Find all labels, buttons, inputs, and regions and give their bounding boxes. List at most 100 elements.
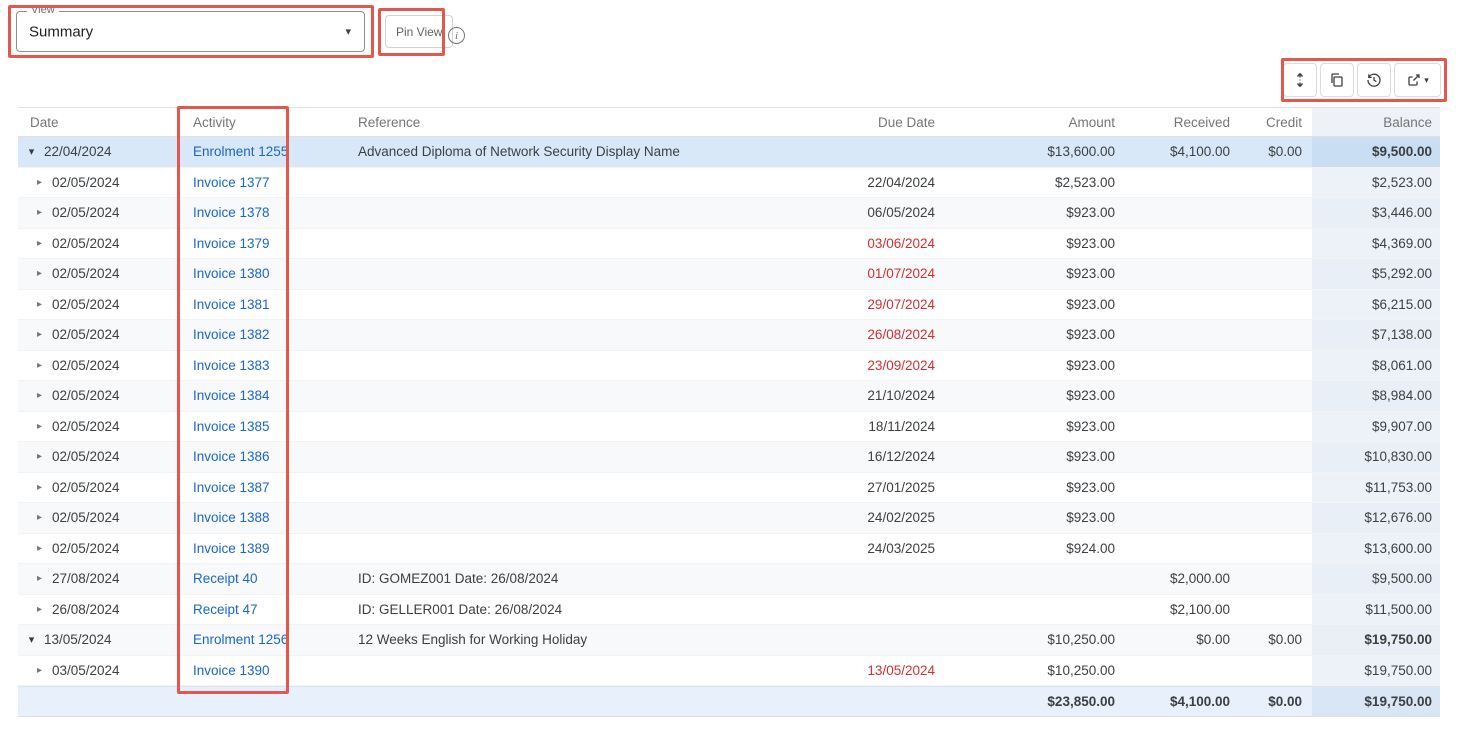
table-row[interactable]: ▸ 02/05/2024 Invoice 1384 21/10/2024 $92… <box>18 381 1440 412</box>
activity-link[interactable]: Enrolment 1256 <box>193 632 288 647</box>
activity-link[interactable]: Invoice 1390 <box>193 663 270 678</box>
table-row[interactable]: ▸ 02/05/2024 Invoice 1381 29/07/2024 $92… <box>18 290 1440 321</box>
activity-link[interactable]: Invoice 1382 <box>193 327 270 342</box>
expand-arrow-icon[interactable]: ▸ <box>34 573 45 584</box>
date-value: 02/05/2024 <box>52 480 120 495</box>
expand-arrow-icon[interactable]: ▾ <box>26 633 37 646</box>
balance-cell: $10,830.00 <box>1312 442 1440 472</box>
activity-link[interactable]: Invoice 1377 <box>193 175 270 190</box>
due-date-cell: 24/02/2025 <box>790 503 945 533</box>
expand-arrow-icon[interactable]: ▸ <box>34 451 45 462</box>
expand-arrow-icon[interactable]: ▸ <box>34 512 45 523</box>
amount-cell: $923.00 <box>945 473 1125 503</box>
expand-arrow-icon[interactable]: ▸ <box>34 482 45 493</box>
credit-cell <box>1240 381 1312 411</box>
table-row[interactable]: ▸ 02/05/2024 Invoice 1383 23/09/2024 $92… <box>18 351 1440 382</box>
due-date-cell: 18/11/2024 <box>790 412 945 442</box>
due-date-cell <box>790 137 945 167</box>
column-header-date[interactable]: Date <box>18 108 178 136</box>
received-cell <box>1125 229 1240 259</box>
expand-arrow-icon[interactable]: ▸ <box>34 665 45 676</box>
credit-cell: $0.00 <box>1240 625 1312 655</box>
due-date-cell: 22/04/2024 <box>790 168 945 198</box>
activity-link[interactable]: Invoice 1389 <box>193 541 270 556</box>
reference-cell <box>290 168 790 198</box>
table-row[interactable]: ▸ 02/05/2024 Invoice 1380 01/07/2024 $92… <box>18 259 1440 290</box>
expand-arrow-icon[interactable]: ▸ <box>34 421 45 432</box>
received-cell: $4,100.00 <box>1125 137 1240 167</box>
activity-link[interactable]: Invoice 1386 <box>193 449 270 464</box>
amount-cell: $923.00 <box>945 229 1125 259</box>
activity-link[interactable]: Enrolment 1255 <box>193 144 288 159</box>
reference-cell <box>290 381 790 411</box>
column-header-reference[interactable]: Reference <box>290 108 790 136</box>
activity-link[interactable]: Invoice 1387 <box>193 480 270 495</box>
expand-arrow-icon[interactable]: ▸ <box>34 360 45 371</box>
activity-link[interactable]: Receipt 40 <box>193 571 258 586</box>
table-row[interactable]: ▸ 02/05/2024 Invoice 1378 06/05/2024 $92… <box>18 198 1440 229</box>
activity-link[interactable]: Invoice 1383 <box>193 358 270 373</box>
table-row[interactable]: ▸ 27/08/2024 Receipt 40 ID: GOMEZ001 Dat… <box>18 564 1440 595</box>
activity-link[interactable]: Invoice 1378 <box>193 205 270 220</box>
date-cell: ▸ 02/05/2024 <box>18 534 178 564</box>
table-row[interactable]: ▾ 22/04/2024 Enrolment 1255 Advanced Dip… <box>18 137 1440 168</box>
column-header-credit[interactable]: Credit <box>1240 108 1312 136</box>
expand-arrow-icon[interactable]: ▸ <box>34 543 45 554</box>
balance-cell: $13,600.00 <box>1312 534 1440 564</box>
table-row[interactable]: ▸ 02/05/2024 Invoice 1377 22/04/2024 $2,… <box>18 168 1440 199</box>
due-date-cell: 23/09/2024 <box>790 351 945 381</box>
activity-link[interactable]: Invoice 1385 <box>193 419 270 434</box>
export-button[interactable]: ▾ <box>1394 63 1441 97</box>
expand-arrow-icon[interactable]: ▸ <box>34 390 45 401</box>
expand-arrow-icon[interactable]: ▸ <box>34 177 45 188</box>
table-row[interactable]: ▸ 03/05/2024 Invoice 1390 13/05/2024 $10… <box>18 656 1440 687</box>
table-row[interactable]: ▸ 02/05/2024 Invoice 1385 18/11/2024 $92… <box>18 412 1440 443</box>
table-row[interactable]: ▸ 02/05/2024 Invoice 1388 24/02/2025 $92… <box>18 503 1440 534</box>
table-row[interactable]: ▾ 13/05/2024 Enrolment 1256 12 Weeks Eng… <box>18 625 1440 656</box>
amount-cell: $923.00 <box>945 442 1125 472</box>
pin-view-button[interactable]: Pin View <box>385 15 453 48</box>
column-header-balance[interactable]: Balance <box>1312 108 1440 136</box>
expand-arrow-icon[interactable]: ▸ <box>34 604 45 615</box>
expand-arrow-icon[interactable]: ▸ <box>34 238 45 249</box>
table-row[interactable]: ▸ 26/08/2024 Receipt 47 ID: GELLER001 Da… <box>18 595 1440 626</box>
received-cell <box>1125 320 1240 350</box>
date-cell: ▸ 03/05/2024 <box>18 656 178 686</box>
totals-balance: $19,750.00 <box>1312 687 1440 716</box>
column-header-received[interactable]: Received <box>1125 108 1240 136</box>
column-header-activity[interactable]: Activity <box>178 108 290 136</box>
amount-cell <box>945 564 1125 594</box>
expand-arrow-icon[interactable]: ▸ <box>34 207 45 218</box>
expand-arrow-icon[interactable]: ▸ <box>34 329 45 340</box>
table-row[interactable]: ▸ 02/05/2024 Invoice 1379 03/06/2024 $92… <box>18 229 1440 260</box>
activity-link[interactable]: Invoice 1384 <box>193 388 270 403</box>
activity-link[interactable]: Invoice 1381 <box>193 297 270 312</box>
date-cell: ▸ 02/05/2024 <box>18 290 178 320</box>
expand-rows-button[interactable] <box>1283 63 1317 97</box>
copy-button[interactable] <box>1320 63 1354 97</box>
balance-cell: $9,907.00 <box>1312 412 1440 442</box>
activity-cell: Invoice 1390 <box>178 656 290 686</box>
activity-link[interactable]: Invoice 1380 <box>193 266 270 281</box>
balance-cell: $12,676.00 <box>1312 503 1440 533</box>
expand-arrow-icon[interactable]: ▸ <box>34 299 45 310</box>
activity-link[interactable]: Receipt 47 <box>193 602 258 617</box>
expand-arrow-icon[interactable]: ▾ <box>26 145 37 158</box>
activity-link[interactable]: Invoice 1388 <box>193 510 270 525</box>
due-date-cell <box>790 625 945 655</box>
column-header-amount[interactable]: Amount <box>945 108 1125 136</box>
activity-link[interactable]: Invoice 1379 <box>193 236 270 251</box>
due-date-cell: 06/05/2024 <box>790 198 945 228</box>
credit-cell <box>1240 473 1312 503</box>
view-select[interactable]: View Summary ▾ <box>16 11 365 52</box>
table-row[interactable]: ▸ 02/05/2024 Invoice 1387 27/01/2025 $92… <box>18 473 1440 504</box>
activity-cell: Receipt 40 <box>178 564 290 594</box>
expand-arrow-icon[interactable]: ▸ <box>34 268 45 279</box>
table-body: ▾ 22/04/2024 Enrolment 1255 Advanced Dip… <box>18 137 1440 686</box>
info-icon[interactable]: i <box>448 27 465 44</box>
table-row[interactable]: ▸ 02/05/2024 Invoice 1389 24/03/2025 $92… <box>18 534 1440 565</box>
table-row[interactable]: ▸ 02/05/2024 Invoice 1382 26/08/2024 $92… <box>18 320 1440 351</box>
history-button[interactable] <box>1357 63 1391 97</box>
table-row[interactable]: ▸ 02/05/2024 Invoice 1386 16/12/2024 $92… <box>18 442 1440 473</box>
column-header-due-date[interactable]: Due Date <box>790 108 945 136</box>
